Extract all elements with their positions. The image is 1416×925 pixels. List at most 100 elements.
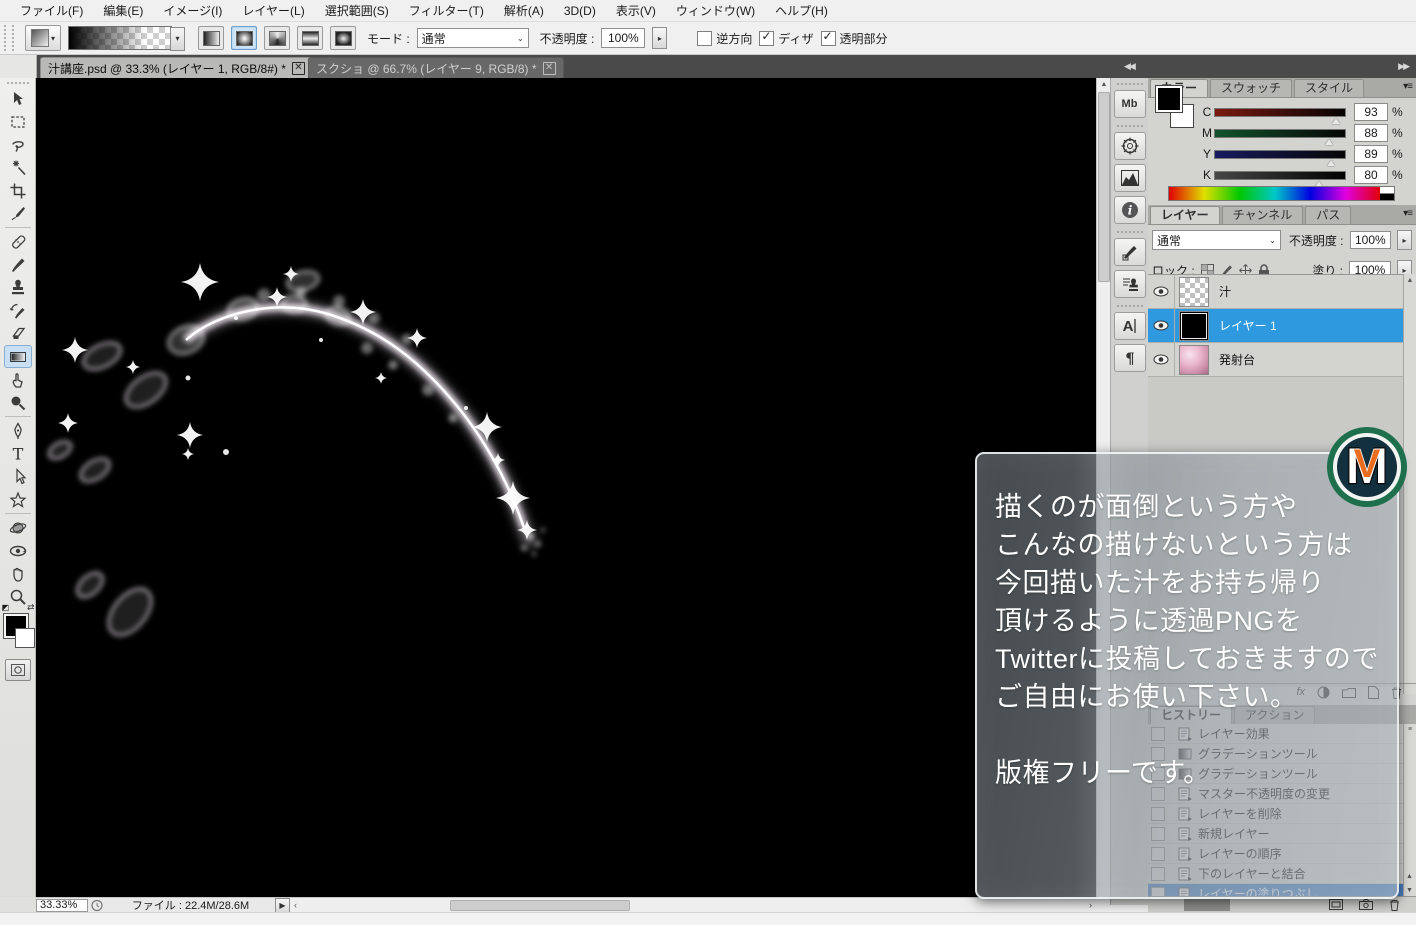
- 3d-rotate-tool-button[interactable]: [4, 516, 32, 539]
- yellow-slider[interactable]: [1214, 150, 1346, 159]
- path-selection-tool-button[interactable]: [4, 465, 32, 488]
- menu-window[interactable]: ウィンドウ(W): [666, 0, 765, 22]
- cyan-value-field[interactable]: 93: [1354, 103, 1388, 121]
- scroll-up-icon[interactable]: ▲: [1097, 78, 1111, 91]
- cyan-slider[interactable]: [1214, 108, 1346, 117]
- pen-tool-button[interactable]: [4, 419, 32, 442]
- opacity-input[interactable]: 100%: [601, 28, 645, 48]
- history-brush-tool-button[interactable]: [4, 299, 32, 322]
- mini-bridge-icon[interactable]: Mb: [1114, 90, 1146, 118]
- dither-checkbox[interactable]: ディザ: [759, 30, 813, 47]
- zoom-level-field[interactable]: 33.33%: [36, 899, 88, 912]
- canvas-horizontal-scrollbar[interactable]: ‹ ›: [290, 897, 1096, 912]
- visibility-toggle[interactable]: [1148, 309, 1175, 342]
- trash-icon[interactable]: [1389, 899, 1400, 911]
- reflected-gradient-button[interactable]: [297, 26, 323, 50]
- hand-tool-button[interactable]: [4, 562, 32, 585]
- menu-select[interactable]: 選択範囲(S): [315, 0, 399, 22]
- tab-channels[interactable]: チャンネル: [1222, 206, 1304, 224]
- magenta-value-field[interactable]: 88: [1354, 124, 1388, 142]
- swap-colors-icon[interactable]: ⇄: [27, 602, 35, 613]
- close-icon[interactable]: ✕: [543, 62, 556, 75]
- document-tab-active[interactable]: 汁講座.psd @ 33.3% (レイヤー 1, RGB/8#) * ✕: [40, 57, 313, 79]
- dock-collapse-icon[interactable]: ▶▶: [1398, 61, 1408, 72]
- document-tab-inactive[interactable]: スクショ @ 66.7% (レイヤー 9, RGB/8) * ✕: [308, 57, 564, 79]
- type-tool-button[interactable]: T: [4, 442, 32, 465]
- menu-view[interactable]: 表示(V): [606, 0, 666, 22]
- gradient-tool-button[interactable]: [4, 345, 32, 368]
- layer-thumbnail[interactable]: [1179, 277, 1209, 307]
- tab-paths[interactable]: パス: [1305, 206, 1351, 224]
- menu-filter[interactable]: フィルター(T): [399, 0, 494, 22]
- history-scrollbar[interactable]: ≡ ▲ ▼: [1403, 724, 1416, 896]
- horizontal-scroll-thumb[interactable]: [450, 900, 630, 911]
- blend-mode-select[interactable]: 通常 ⌄: [417, 28, 529, 48]
- spectrum-bw-end[interactable]: [1380, 186, 1395, 201]
- menu-layer[interactable]: レイヤー(L): [232, 0, 314, 22]
- tab-styles[interactable]: スタイル: [1294, 79, 1364, 97]
- layer-blend-mode-select[interactable]: 通常⌄: [1152, 230, 1281, 250]
- new-snapshot-icon[interactable]: [1359, 899, 1373, 910]
- move-tool-button[interactable]: [4, 87, 32, 110]
- scroll-up-icon[interactable]: ▲: [1404, 274, 1416, 284]
- radial-gradient-button[interactable]: [231, 26, 257, 50]
- menu-file[interactable]: ファイル(F): [10, 0, 93, 22]
- magic-wand-tool-button[interactable]: [4, 156, 32, 179]
- lasso-tool-button[interactable]: [4, 133, 32, 156]
- menu-edit[interactable]: 編集(E): [93, 0, 153, 22]
- scroll-left-icon[interactable]: ‹: [294, 899, 297, 912]
- transparency-checkbox[interactable]: 透明部分: [821, 30, 888, 47]
- brush-presets-icon[interactable]: [1114, 238, 1146, 266]
- status-options-icon[interactable]: ▶: [275, 898, 290, 913]
- black-value-field[interactable]: 80: [1354, 166, 1388, 184]
- panel-menu-icon[interactable]: ▾≡: [1403, 208, 1412, 219]
- character-icon[interactable]: A: [1114, 312, 1146, 340]
- scroll-right-icon[interactable]: ›: [1089, 899, 1092, 912]
- vertical-scroll-thumb[interactable]: [1098, 92, 1110, 282]
- 3d-orbit-tool-button[interactable]: [4, 539, 32, 562]
- brush-tool-button[interactable]: [4, 253, 32, 276]
- menu-help[interactable]: ヘルプ(H): [765, 0, 838, 22]
- scroll-up-icon[interactable]: ▲: [1406, 873, 1413, 880]
- tools-grip[interactable]: [7, 82, 29, 84]
- quick-mask-button[interactable]: [5, 659, 31, 681]
- magenta-slider[interactable]: [1214, 129, 1346, 138]
- opacity-spinner[interactable]: ▸: [652, 27, 667, 49]
- linear-gradient-button[interactable]: [198, 26, 224, 50]
- gradient-editor-preview[interactable]: ▾: [68, 26, 172, 50]
- layer-thumbnail[interactable]: [1179, 311, 1209, 341]
- layer-row-layer1[interactable]: レイヤー 1: [1148, 309, 1403, 343]
- default-colors-icon[interactable]: ◩: [2, 603, 10, 612]
- cyan-slider-marker[interactable]: [1332, 118, 1340, 124]
- info-icon[interactable]: i: [1114, 196, 1146, 224]
- dock-expand-icon[interactable]: ◀◀: [1124, 61, 1134, 72]
- reverse-checkbox[interactable]: 逆方向: [697, 30, 752, 47]
- angle-gradient-button[interactable]: [264, 26, 290, 50]
- layer-name[interactable]: 発射台: [1219, 351, 1255, 368]
- black-slider[interactable]: [1214, 171, 1346, 180]
- menu-image[interactable]: イメージ(I): [153, 0, 232, 22]
- tool-preset-picker[interactable]: ▾: [25, 25, 61, 51]
- yellow-value-field[interactable]: 89: [1354, 145, 1388, 163]
- clone-stamp-tool-button[interactable]: [4, 276, 32, 299]
- layer-name[interactable]: 汁: [1219, 283, 1231, 300]
- histogram-icon[interactable]: [1114, 164, 1146, 192]
- layer-row-shiru[interactable]: 汁: [1148, 275, 1403, 309]
- document-canvas[interactable]: [36, 78, 1096, 897]
- tab-layers[interactable]: レイヤー: [1150, 206, 1220, 224]
- menu-analysis[interactable]: 解析(A): [494, 0, 554, 22]
- custom-shape-tool-button[interactable]: [4, 488, 32, 511]
- magenta-slider-marker[interactable]: [1325, 139, 1333, 145]
- clone-source-icon[interactable]: [1114, 270, 1146, 298]
- layer-name[interactable]: レイヤー 1: [1219, 317, 1277, 334]
- rectangular-marquee-tool-button[interactable]: [4, 110, 32, 133]
- eraser-tool-button[interactable]: [4, 322, 32, 345]
- dodge-tool-button[interactable]: [4, 391, 32, 414]
- scroll-down-icon[interactable]: ▼: [1406, 887, 1413, 894]
- layer-opacity-spinner[interactable]: ▸: [1397, 230, 1412, 250]
- spot-healing-brush-tool-button[interactable]: [4, 230, 32, 253]
- layer-opacity-field[interactable]: 100%: [1350, 231, 1392, 249]
- color-spectrum-ramp[interactable]: [1168, 186, 1382, 201]
- tab-swatches[interactable]: スウォッチ: [1210, 79, 1292, 97]
- background-color-swatch[interactable]: [15, 628, 35, 648]
